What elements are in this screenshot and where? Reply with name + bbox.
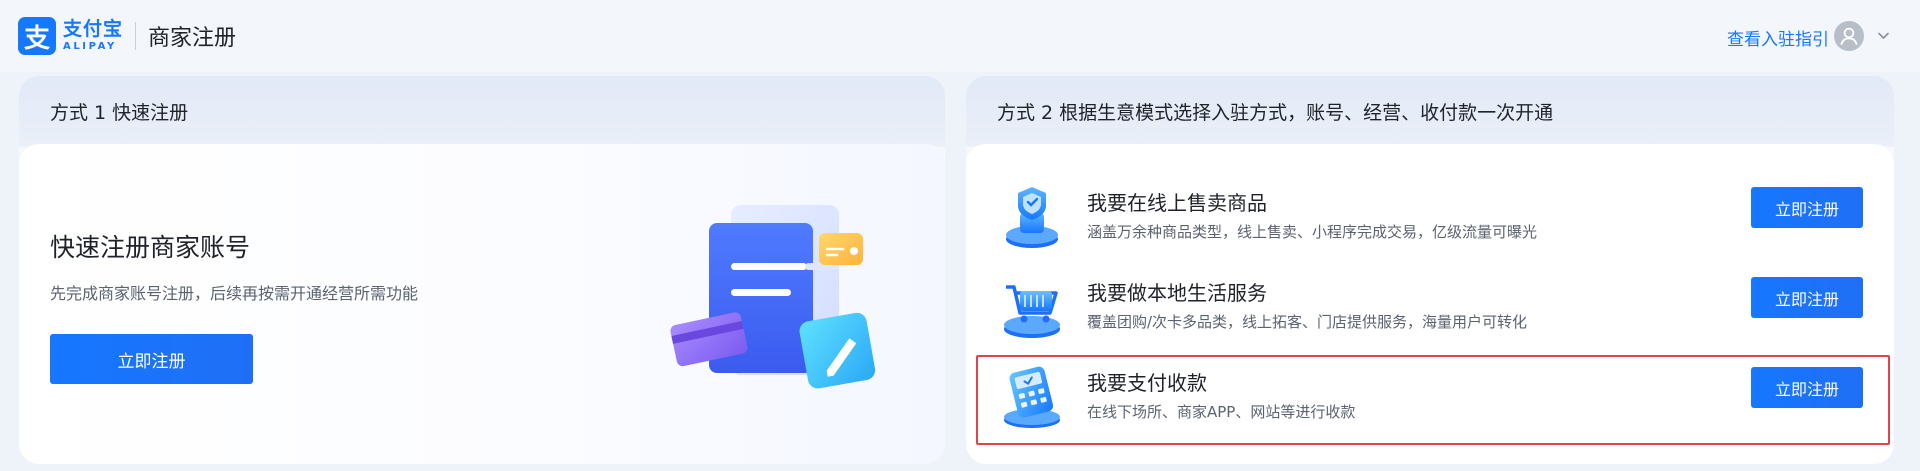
register-local-services-button[interactable]: 立即注册 [1751,277,1863,318]
business-mode-card-body: 我要在线上售卖商品 涵盖万余种商品类型，线上售卖、小程序完成交易，亿级流量可曝光… [966,144,1894,464]
option-title: 我要做本地生活服务 [1087,281,1267,305]
alipay-logo[interactable]: 支 支付宝 ALIPAY 商家注册 [18,17,236,55]
user-icon[interactable] [1834,21,1864,51]
register-payment-collection-button[interactable]: 立即注册 [1751,367,1863,408]
pos-terminal-icon [1004,366,1060,428]
register-online-sales-button[interactable]: 立即注册 [1751,187,1863,228]
quick-register-description: 先完成商家账号注册，后续再按需开通经营所需功能 [50,284,419,303]
alipay-logo-icon: 支 [18,17,56,55]
logo-chinese-name: 支付宝 [63,18,124,40]
shopping-cart-icon [1004,285,1060,338]
logo-wordmark: 支付宝 ALIPAY [63,20,123,52]
option-local-services: 我要做本地生活服务 覆盖团购/次卡多品类，线上拓客、门店提供服务，海量用户可转化… [998,271,1894,355]
business-mode-card: 方式 2 根据生意模式选择入驻方式，账号、经营、收付款一次开通 我要在线上售卖商… [966,76,1894,464]
option-description: 涵盖万余种商品类型，线上售卖、小程序完成交易，亿级流量可曝光 [1087,223,1538,241]
option-online-sales: 我要在线上售卖商品 涵盖万余种商品类型，线上售卖、小程序完成交易，亿级流量可曝光… [998,181,1894,265]
option-title: 我要支付收款 [1087,371,1207,395]
quick-register-card-title: 方式 1 快速注册 [50,102,189,124]
option-description: 覆盖团购/次卡多品类，线上拓客、门店提供服务，海量用户可转化 [1087,313,1528,331]
top-header: 支 支付宝 ALIPAY 商家注册 查看入驻指引 [0,0,1920,72]
option-title: 我要在线上售卖商品 [1087,191,1267,215]
quick-register-card: 方式 1 快速注册 快速注册商家账号 先完成商家账号注册，后续再按需开通经营所需… [19,76,945,464]
option-description: 在线下场所、商家APP、网站等进行收款 [1087,403,1356,421]
document-illustration-icon [670,205,876,389]
chevron-down-icon[interactable] [1877,29,1890,42]
logo-english-name: ALIPAY [63,41,117,52]
onboarding-guide-link[interactable]: 查看入驻指引 [1727,25,1829,50]
quick-register-button[interactable]: 立即注册 [50,334,253,384]
page-title: 商家注册 [148,26,237,51]
online-store-icon [1006,187,1058,248]
quick-register-card-body: 快速注册商家账号 先完成商家账号注册，后续再按需开通经营所需功能 立即注册 [19,144,945,464]
business-mode-card-title: 方式 2 根据生意模式选择入驻方式，账号、经营、收付款一次开通 [997,102,1554,124]
logo-divider [135,22,137,50]
quick-register-heading: 快速注册商家账号 [50,233,251,262]
option-payment-collection: 我要支付收款 在线下场所、商家APP、网站等进行收款 立即注册 [998,361,1894,445]
